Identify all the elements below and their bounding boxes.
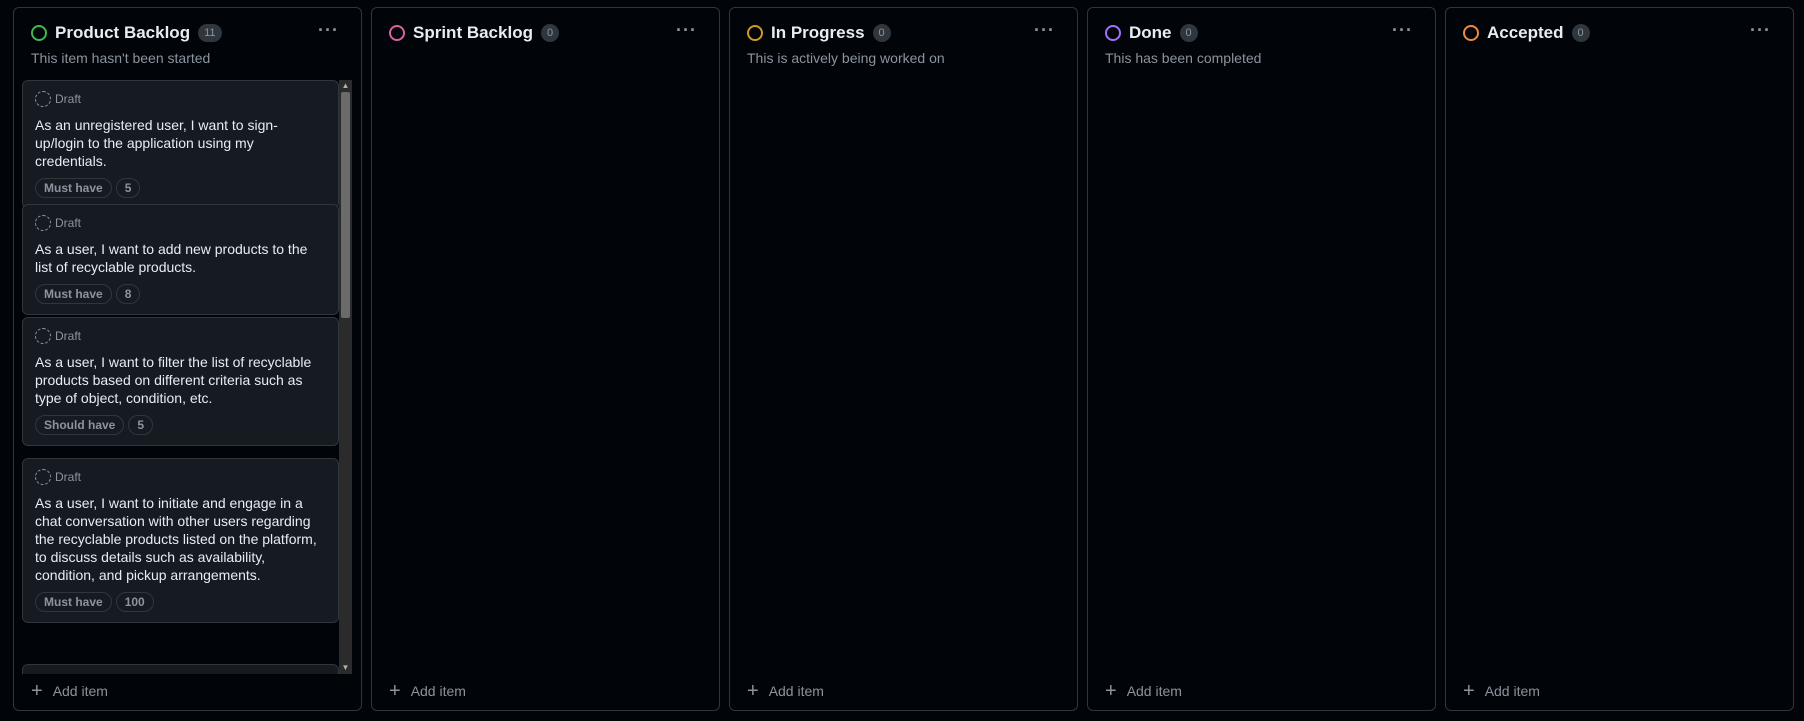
add-item-button[interactable]: + Add item (389, 680, 466, 702)
points-label: 8 (115, 284, 141, 304)
points-label: 100 (115, 592, 154, 612)
card-title[interactable]: As a user, I want to add new products to… (35, 240, 326, 276)
points-label: 5 (115, 178, 141, 198)
card-status: Draft (35, 215, 326, 231)
priority-label: Should have (35, 415, 125, 435)
more-horizontal-icon[interactable]: ··· (1034, 20, 1055, 41)
status-circle-icon (747, 25, 763, 41)
draft-circle-icon (35, 215, 51, 231)
scrollbar[interactable]: ▲ ▼ (339, 80, 352, 674)
plus-icon: + (747, 680, 759, 702)
plus-icon: + (389, 680, 401, 702)
column-header: Accepted 0 (1463, 22, 1590, 44)
more-horizontal-icon[interactable]: ··· (1392, 20, 1413, 41)
add-item-button[interactable]: + Add item (31, 680, 108, 702)
priority-label: Must have (35, 178, 112, 198)
card-status: Draft (35, 469, 326, 485)
card[interactable]: Draft As a user, I want to filter the li… (22, 317, 339, 446)
card[interactable] (22, 664, 339, 674)
card-status-label: Draft (55, 92, 82, 106)
column-title: Accepted (1487, 23, 1564, 42)
card[interactable]: Draft As a user, I want to initiate and … (22, 458, 339, 623)
points-label: 5 (128, 415, 154, 435)
item-count-badge: 0 (1571, 24, 1590, 42)
column-header: Sprint Backlog 0 (389, 22, 560, 44)
plus-icon: + (1105, 680, 1117, 702)
priority-label: Must have (35, 284, 112, 304)
more-horizontal-icon[interactable]: ··· (676, 20, 697, 41)
scroll-thumb[interactable] (341, 92, 350, 318)
item-count-badge: 0 (872, 24, 891, 42)
column-title: Done (1129, 23, 1172, 42)
card-list[interactable]: Draft As an unregistered user, I want to… (22, 80, 352, 674)
add-item-label: Add item (52, 683, 108, 699)
column-done: Done 0 ··· This has been completed + Add… (1087, 7, 1436, 711)
draft-circle-icon (35, 328, 51, 344)
status-circle-icon (31, 25, 47, 41)
item-count-badge: 0 (540, 24, 560, 42)
card[interactable]: Draft As an unregistered user, I want to… (22, 80, 339, 209)
column-product-backlog: Product Backlog 11 ··· This item hasn't … (13, 7, 362, 711)
card-title[interactable]: As an unregistered user, I want to sign-… (35, 116, 326, 170)
add-item-label: Add item (410, 683, 466, 699)
add-item-label: Add item (1484, 683, 1540, 699)
card-title[interactable]: As a user, I want to initiate and engage… (35, 494, 326, 584)
more-horizontal-icon[interactable]: ··· (318, 20, 339, 41)
column-header: In Progress 0 (747, 22, 891, 44)
status-circle-icon (389, 25, 405, 41)
draft-circle-icon (35, 91, 51, 107)
draft-circle-icon (35, 469, 51, 485)
card-labels: Should have 5 (35, 415, 326, 435)
priority-label: Must have (35, 592, 112, 612)
column-in-progress: In Progress 0 ··· This is actively being… (729, 7, 1078, 711)
column-header: Product Backlog 11 (31, 22, 222, 44)
column-title: Product Backlog (55, 23, 191, 42)
item-count-badge: 0 (1179, 24, 1198, 42)
chevron-down-icon[interactable]: ▼ (339, 662, 352, 674)
plus-icon: + (1463, 680, 1475, 702)
add-item-button[interactable]: + Add item (747, 680, 824, 702)
status-circle-icon (1105, 25, 1121, 41)
card-labels: Must have 8 (35, 284, 326, 304)
add-item-button[interactable]: + Add item (1463, 680, 1540, 702)
card-title[interactable]: As a user, I want to filter the list of … (35, 353, 326, 407)
add-item-button[interactable]: + Add item (1105, 680, 1182, 702)
column-accepted: Accepted 0 ··· + Add item (1445, 7, 1794, 711)
plus-icon: + (31, 680, 43, 702)
column-sprint-backlog: Sprint Backlog 0 ··· + Add item (371, 7, 720, 711)
column-description: This is actively being worked on (747, 50, 945, 66)
project-board: Product Backlog 11 ··· This item hasn't … (13, 7, 1794, 711)
card[interactable]: Draft As a user, I want to add new produ… (22, 204, 339, 315)
card-status-label: Draft (55, 470, 82, 484)
card-status: Draft (35, 91, 326, 107)
add-item-label: Add item (1126, 683, 1182, 699)
card-labels: Must have 100 (35, 592, 326, 612)
more-horizontal-icon[interactable]: ··· (1750, 20, 1771, 41)
add-item-label: Add item (768, 683, 824, 699)
chevron-up-icon[interactable]: ▲ (339, 80, 352, 92)
column-description: This item hasn't been started (31, 50, 211, 66)
column-description: This has been completed (1105, 50, 1262, 66)
card-status: Draft (35, 328, 326, 344)
column-header: Done 0 (1105, 22, 1198, 44)
item-count-badge: 11 (198, 24, 222, 42)
column-title: In Progress (771, 23, 865, 42)
card-status-label: Draft (55, 216, 82, 230)
column-title: Sprint Backlog (413, 23, 533, 42)
card-status-label: Draft (55, 329, 82, 343)
card-labels: Must have 5 (35, 178, 326, 198)
status-circle-icon (1463, 25, 1479, 41)
